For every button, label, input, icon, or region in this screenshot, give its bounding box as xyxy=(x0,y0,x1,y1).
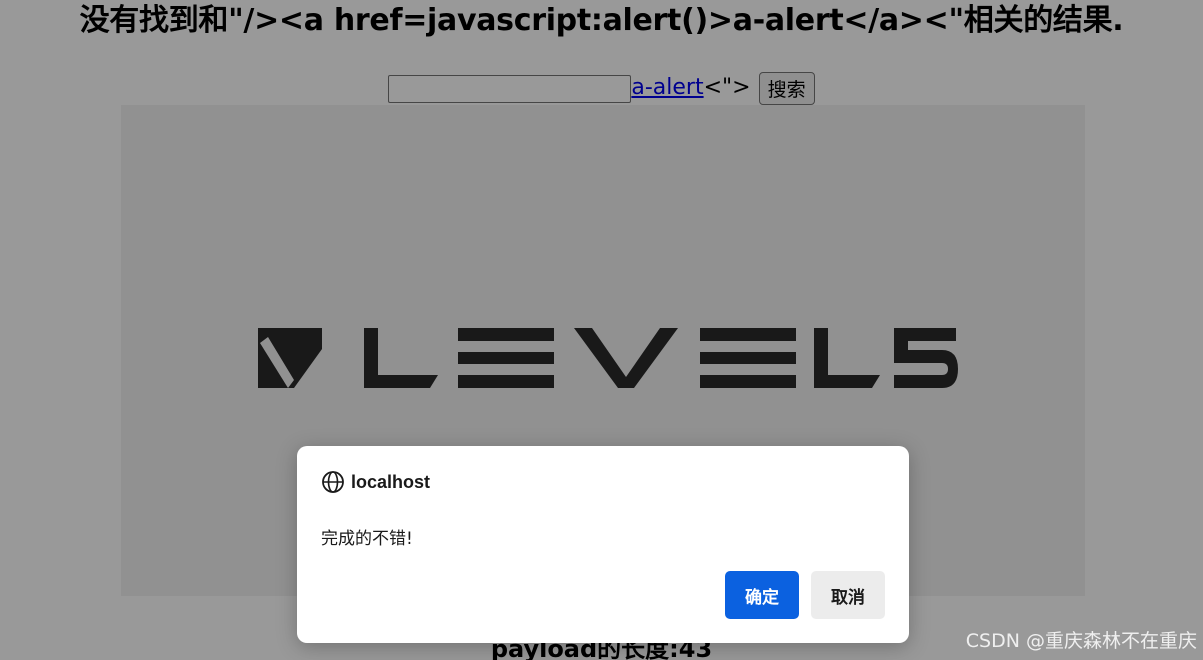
watermark: CSDN @重庆森林不在重庆 xyxy=(965,630,1197,652)
cancel-button[interactable]: 取消 xyxy=(811,571,885,619)
alert-dialog: localhost 完成的不错! 确定 取消 xyxy=(297,446,909,643)
dialog-title: localhost xyxy=(321,470,430,494)
globe-icon xyxy=(322,471,344,493)
page: 没有找到和"/><a href=javascript:alert()>a-ale… xyxy=(0,0,1203,660)
ok-button[interactable]: 确定 xyxy=(725,571,799,619)
dialog-message: 完成的不错! xyxy=(321,529,413,549)
dialog-origin: localhost xyxy=(351,471,431,492)
